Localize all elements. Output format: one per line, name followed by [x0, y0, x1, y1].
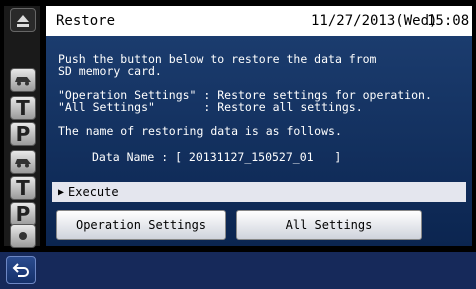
- screen: T P T P Restore 11/27/2013(Wed) 15:08 Pu…: [0, 0, 476, 289]
- dot-icon[interactable]: [10, 224, 36, 248]
- p-label: P: [15, 122, 31, 146]
- instruction-line-2: SD memory card.: [58, 64, 162, 78]
- p-label: P: [15, 202, 31, 226]
- eject-icon[interactable]: [10, 8, 36, 32]
- all-settings-label: All Settings: [285, 218, 373, 232]
- data-name-intro: The name of restoring data is as follows…: [58, 124, 342, 138]
- car-icon[interactable]: [10, 68, 36, 92]
- back-arrow-icon: [12, 263, 29, 277]
- operation-settings-button[interactable]: Operation Settings: [56, 210, 226, 240]
- t-label: T: [16, 96, 30, 120]
- t-icon[interactable]: T: [10, 176, 36, 200]
- play-arrow-icon: ▶: [58, 186, 65, 198]
- page-title: Restore: [56, 13, 116, 29]
- left-rail: T P T P: [4, 6, 40, 248]
- execute-label: Execute: [68, 185, 119, 199]
- date-label: 11/27/2013(Wed): [311, 13, 438, 29]
- execute-bar[interactable]: ▶ Execute: [52, 182, 466, 202]
- all-settings-desc: "All Settings" : Restore all settings.: [58, 100, 363, 114]
- time-label: 15:08: [427, 13, 470, 29]
- operation-settings-label: Operation Settings: [75, 218, 207, 232]
- all-settings-button[interactable]: All Settings: [236, 210, 422, 240]
- restore-panel: Push the button below to restore the dat…: [46, 36, 472, 246]
- header-bar: Restore 11/27/2013(Wed) 15:08: [46, 6, 472, 36]
- p-icon[interactable]: P: [10, 122, 36, 146]
- car-icon[interactable]: [10, 150, 36, 174]
- p-icon[interactable]: P: [10, 202, 36, 226]
- back-button[interactable]: [6, 256, 36, 284]
- footer-bar: [0, 252, 476, 289]
- data-name-value: Data Name : [ 20131127_150527_01 ]: [92, 150, 342, 164]
- t-label: T: [16, 176, 30, 200]
- t-icon[interactable]: T: [10, 96, 36, 120]
